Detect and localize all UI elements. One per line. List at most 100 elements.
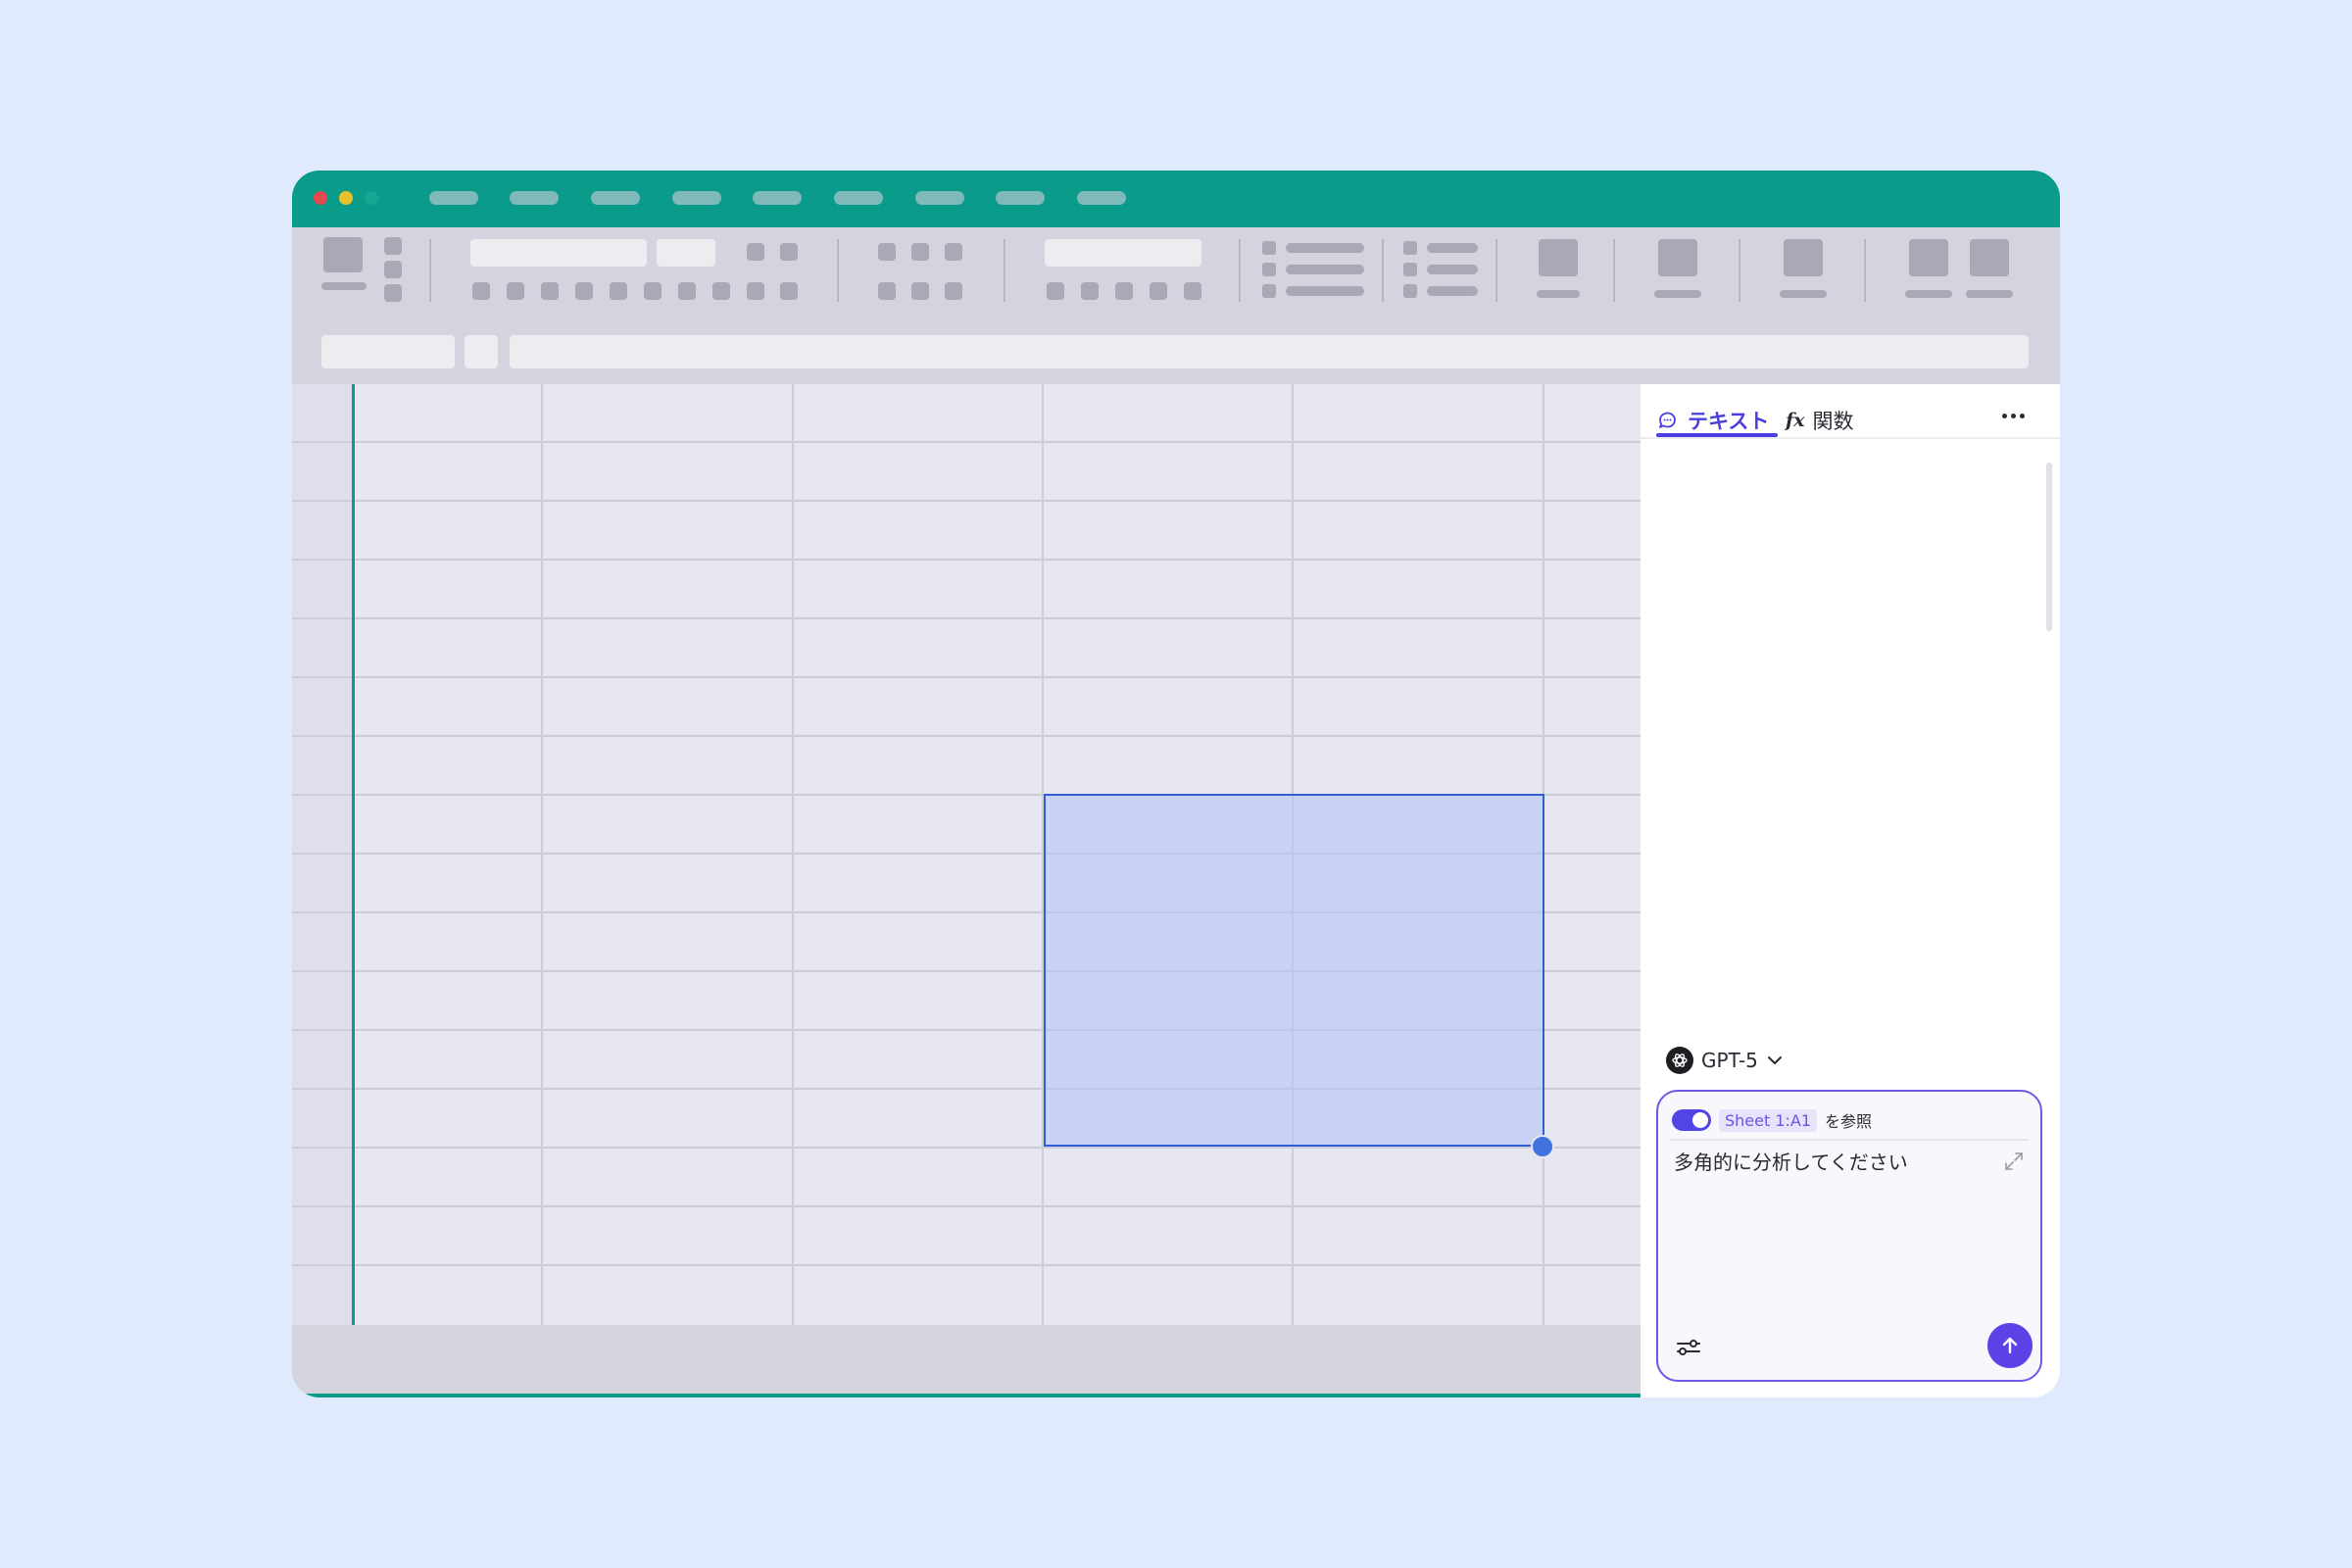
insert-function-button[interactable] bbox=[465, 335, 498, 368]
row-header-column bbox=[292, 384, 353, 1325]
openai-logo-icon bbox=[1666, 1047, 1693, 1074]
fill-color-button[interactable] bbox=[644, 282, 662, 300]
toolbar-divider bbox=[1004, 239, 1005, 302]
insert-cells-icon[interactable] bbox=[1403, 241, 1417, 255]
chevron-down-icon bbox=[1767, 1056, 1782, 1064]
menu-item[interactable] bbox=[834, 191, 883, 205]
format-cells-icon[interactable] bbox=[1403, 284, 1417, 298]
align-right-button[interactable] bbox=[945, 282, 962, 300]
close-window-button[interactable] bbox=[314, 191, 327, 205]
menu-item[interactable] bbox=[591, 191, 640, 205]
menu-item[interactable] bbox=[915, 191, 964, 205]
prompt-composer: Sheet 1:A1 を参照 多角的に分析してください bbox=[1656, 1090, 2042, 1382]
status-bar bbox=[292, 1325, 1641, 1397]
font-color-button[interactable] bbox=[678, 282, 696, 300]
sort-filter-label-placeholder bbox=[1537, 290, 1580, 298]
number-format-select[interactable] bbox=[1045, 239, 1201, 267]
row-divider bbox=[292, 1147, 1641, 1149]
context-chip[interactable]: Sheet 1:A1 bbox=[1719, 1108, 1818, 1132]
row-divider bbox=[292, 735, 1641, 737]
ribbon-toolbar bbox=[292, 227, 2060, 314]
context-toggle[interactable] bbox=[1672, 1109, 1711, 1131]
align-left-button[interactable] bbox=[878, 282, 896, 300]
menu-item[interactable] bbox=[996, 191, 1045, 205]
menu-item[interactable] bbox=[672, 191, 721, 205]
send-button[interactable] bbox=[1987, 1323, 2033, 1368]
row-divider bbox=[292, 500, 1641, 502]
toolbar-divider bbox=[1864, 239, 1866, 302]
formula-bar bbox=[292, 314, 2060, 384]
model-label: GPT-5 bbox=[1701, 1049, 1758, 1072]
row-divider bbox=[292, 676, 1641, 678]
font-family-select[interactable] bbox=[470, 239, 647, 267]
comma-format-button[interactable] bbox=[1115, 282, 1133, 300]
font-grow-button[interactable] bbox=[747, 243, 764, 261]
align-top-button[interactable] bbox=[878, 243, 896, 261]
selected-range[interactable] bbox=[1044, 794, 1544, 1147]
format-painter-button[interactable] bbox=[384, 284, 402, 302]
name-box[interactable] bbox=[321, 335, 455, 368]
find-select-button[interactable] bbox=[1658, 239, 1697, 276]
formula-input[interactable] bbox=[510, 335, 2029, 368]
row-divider bbox=[292, 1264, 1641, 1266]
delete-cells-icon[interactable] bbox=[1403, 263, 1417, 276]
fill-handle[interactable] bbox=[1531, 1135, 1554, 1158]
italic-button[interactable] bbox=[507, 282, 524, 300]
copilot-button[interactable] bbox=[1970, 239, 2009, 276]
paste-button[interactable] bbox=[323, 237, 363, 272]
model-selector[interactable]: GPT-5 bbox=[1666, 1043, 1784, 1078]
minimize-window-button[interactable] bbox=[339, 191, 353, 205]
superscript-button[interactable] bbox=[712, 282, 730, 300]
menu-item[interactable] bbox=[753, 191, 802, 205]
tabs-divider bbox=[1641, 437, 2060, 439]
maximize-window-button[interactable] bbox=[365, 191, 378, 205]
sliders-icon[interactable] bbox=[1674, 1333, 1703, 1362]
menu-item[interactable] bbox=[510, 191, 559, 205]
align-bottom-button[interactable] bbox=[945, 243, 962, 261]
menu-item[interactable] bbox=[1077, 191, 1126, 205]
row-header-border bbox=[352, 384, 355, 1325]
copy-button[interactable] bbox=[384, 261, 402, 278]
subscript-button[interactable] bbox=[747, 282, 764, 300]
underline-button[interactable] bbox=[541, 282, 559, 300]
align-center-button[interactable] bbox=[911, 282, 929, 300]
toolbar-divider bbox=[1382, 239, 1384, 302]
window-bottom-accent bbox=[292, 1394, 1641, 1397]
spreadsheet-grid[interactable] bbox=[292, 384, 1641, 1325]
cut-button[interactable] bbox=[384, 237, 402, 255]
conditional-format-icon[interactable] bbox=[1262, 241, 1276, 255]
toolbar-divider bbox=[837, 239, 839, 302]
clear-format-button[interactable] bbox=[780, 282, 798, 300]
currency-format-button[interactable] bbox=[1047, 282, 1064, 300]
panel-scrollbar[interactable] bbox=[2046, 463, 2052, 631]
menu-item[interactable] bbox=[429, 191, 478, 205]
function-fx-icon: fx bbox=[1786, 410, 1805, 431]
add-ins-button[interactable] bbox=[1784, 239, 1823, 276]
percent-format-button[interactable] bbox=[1081, 282, 1099, 300]
format-as-table-icon[interactable] bbox=[1262, 263, 1276, 276]
column-divider bbox=[792, 384, 794, 1325]
title-bar bbox=[292, 171, 2060, 227]
font-shrink-button[interactable] bbox=[780, 243, 798, 261]
format-as-table-label-placeholder bbox=[1286, 265, 1364, 274]
border-button[interactable] bbox=[610, 282, 627, 300]
ai-assistant-panel: テキスト fx 関数 GPT-5 Sheet 1:A1 を参照 多角的に分析して… bbox=[1641, 384, 2060, 1397]
toolbar-divider bbox=[1239, 239, 1241, 302]
align-middle-button[interactable] bbox=[911, 243, 929, 261]
analyze-data-button[interactable] bbox=[1909, 239, 1948, 276]
prompt-input[interactable]: 多角的に分析してください bbox=[1674, 1147, 1908, 1175]
increase-decimal-button[interactable] bbox=[1150, 282, 1167, 300]
more-horizontal-icon[interactable] bbox=[1993, 400, 2033, 431]
strikethrough-button[interactable] bbox=[575, 282, 593, 300]
sort-filter-button[interactable] bbox=[1539, 239, 1578, 276]
cell-styles-icon[interactable] bbox=[1262, 284, 1276, 298]
composer-divider bbox=[1670, 1139, 2029, 1141]
expand-icon[interactable] bbox=[2003, 1151, 2025, 1172]
row-divider bbox=[292, 441, 1641, 443]
paste-label-placeholder bbox=[321, 282, 367, 290]
analyze-data-label-placeholder bbox=[1905, 290, 1952, 298]
font-size-select[interactable] bbox=[657, 239, 715, 267]
decrease-decimal-button[interactable] bbox=[1184, 282, 1201, 300]
bold-button[interactable] bbox=[472, 282, 490, 300]
delete-cells-label-placeholder bbox=[1427, 265, 1478, 274]
